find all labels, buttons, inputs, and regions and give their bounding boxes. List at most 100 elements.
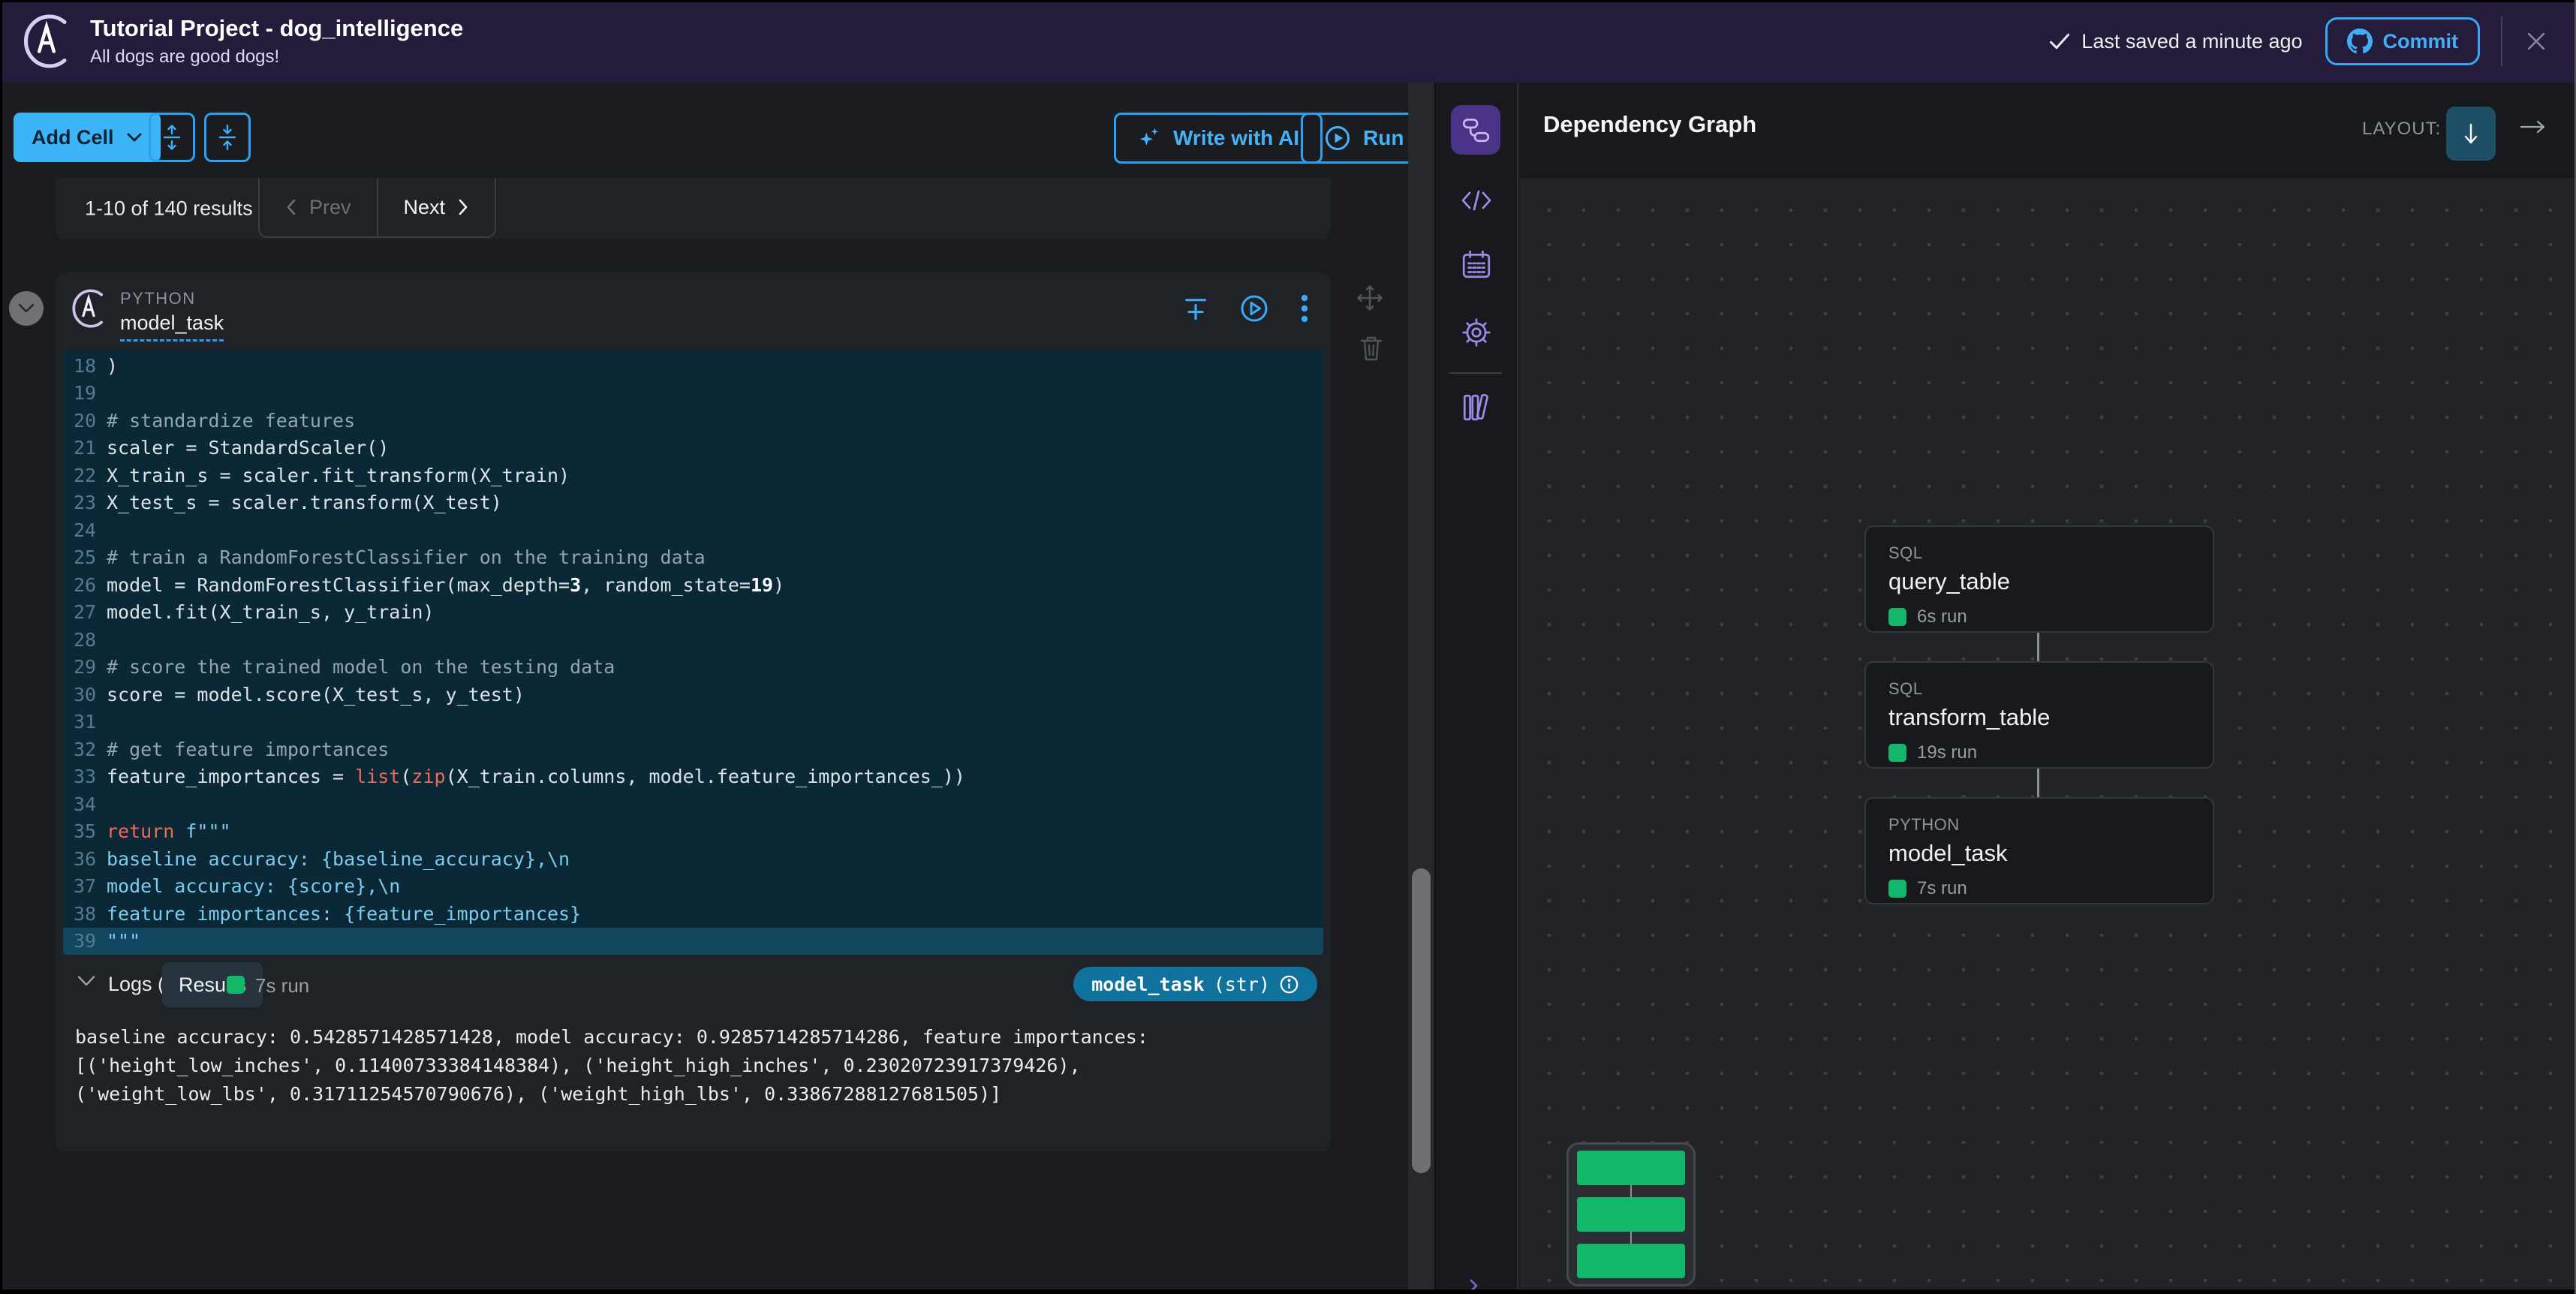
cell-logo-icon bbox=[69, 287, 108, 330]
code-line[interactable]: 38feature importances: {feature_importan… bbox=[63, 900, 1323, 928]
graph-node-model-task[interactable]: PYTHON model_task 7s run bbox=[1864, 797, 2214, 904]
cell-language-label: PYTHON bbox=[120, 289, 196, 308]
node-type-label: PYTHON bbox=[1888, 815, 2213, 835]
code-line[interactable]: 36baseline accuracy: {baseline_accuracy}… bbox=[63, 845, 1323, 873]
tab-dependency-graph[interactable] bbox=[1451, 105, 1500, 155]
graph-node-query-table[interactable]: SQL query_table 6s run bbox=[1864, 525, 2214, 633]
output-line: [('height_low_inches', 0.114007333841483… bbox=[75, 1052, 1148, 1080]
info-icon bbox=[1279, 974, 1299, 995]
layout-label: LAYOUT: bbox=[2362, 119, 2441, 140]
code-text: feature_importances = list(zip(X_train.c… bbox=[107, 766, 965, 787]
line-number: 33 bbox=[63, 766, 107, 787]
cell-name[interactable]: model_task bbox=[120, 311, 224, 342]
minimap-node bbox=[1577, 1151, 1685, 1185]
tab-library[interactable] bbox=[1461, 392, 1492, 423]
tab-settings[interactable] bbox=[1461, 317, 1492, 348]
node-name: query_table bbox=[1888, 568, 2213, 595]
graph-edge bbox=[2037, 769, 2039, 797]
commit-button[interactable]: Commit bbox=[2325, 17, 2481, 65]
code-text: X_train_s = scaler.fit_transform(X_train… bbox=[107, 465, 570, 486]
scrollbar-thumb[interactable] bbox=[1412, 868, 1431, 1173]
line-number: 19 bbox=[63, 382, 107, 404]
graph-node-transform-table[interactable]: SQL transform_table 19s run bbox=[1864, 661, 2214, 769]
gear-icon bbox=[1461, 317, 1492, 348]
code-line[interactable]: 35return f""" bbox=[63, 818, 1323, 846]
code-line[interactable]: 25# train a RandomForestClassifier on th… bbox=[63, 544, 1323, 572]
code-line[interactable]: 20# standardize features bbox=[63, 407, 1323, 435]
graph-minimap[interactable] bbox=[1566, 1142, 1696, 1286]
code-text: X_test_s = scaler.transform(X_test) bbox=[107, 492, 502, 513]
line-number: 32 bbox=[63, 739, 107, 760]
pagination-control: Prev Next bbox=[258, 178, 496, 238]
code-text: """ bbox=[107, 930, 140, 952]
close-icon[interactable] bbox=[2523, 29, 2549, 54]
output-variable-badge[interactable]: model_task (str) bbox=[1073, 967, 1317, 1001]
code-line[interactable]: 31 bbox=[63, 709, 1323, 736]
code-line[interactable]: 22X_train_s = scaler.fit_transform(X_tra… bbox=[63, 462, 1323, 489]
code-text: score = model.score(X_test_s, y_test) bbox=[107, 684, 525, 706]
code-line[interactable]: 26model = RandomForestClassifier(max_dep… bbox=[63, 571, 1323, 599]
line-number: 35 bbox=[63, 820, 107, 842]
graph-canvas[interactable]: SQL query_table 6s run SQL transform_tab… bbox=[1520, 178, 2576, 1294]
dependency-graph-panel: Dependency Graph LAYOUT: SQL query_table… bbox=[1520, 83, 2576, 1294]
code-line[interactable]: 33feature_importances = list(zip(X_train… bbox=[63, 763, 1323, 791]
next-page-button[interactable]: Next bbox=[378, 178, 495, 236]
code-line[interactable]: 23X_test_s = scaler.transform(X_test) bbox=[63, 489, 1323, 517]
code-text: model = RandomForestClassifier(max_depth… bbox=[107, 574, 784, 596]
code-line[interactable]: 21scaler = StandardScaler() bbox=[63, 435, 1323, 462]
line-number: 29 bbox=[63, 656, 107, 678]
tab-code[interactable] bbox=[1460, 188, 1493, 213]
code-line[interactable]: 18) bbox=[63, 352, 1323, 380]
code-line[interactable]: 30score = model.score(X_test_s, y_test) bbox=[63, 681, 1323, 709]
layout-vertical-button[interactable] bbox=[2446, 107, 2496, 161]
window-border bbox=[0, 1289, 2576, 1294]
code-editor[interactable]: 18)19 20# standardize features21scaler = … bbox=[63, 350, 1323, 955]
collapse-cell-button[interactable] bbox=[9, 291, 44, 326]
add-cell-button[interactable]: Add Cell bbox=[14, 113, 161, 162]
trash-icon[interactable] bbox=[1359, 335, 1384, 362]
code-line[interactable]: 34 bbox=[63, 790, 1323, 818]
results-count: 1-10 of 140 results bbox=[85, 197, 253, 221]
app-header: Tutorial Project - dog_intelligence All … bbox=[0, 0, 2576, 83]
output-variable-type: (str) bbox=[1214, 974, 1270, 995]
collapse-all-cells-button[interactable] bbox=[204, 113, 251, 162]
app-logo-icon bbox=[20, 12, 74, 71]
move-icon[interactable] bbox=[1356, 284, 1384, 312]
line-number: 37 bbox=[63, 875, 107, 897]
results-tab[interactable]: Results bbox=[162, 962, 263, 1007]
node-type-label: SQL bbox=[1888, 543, 2213, 563]
code-text: feature importances: {feature_importance… bbox=[107, 903, 581, 925]
node-name: transform_table bbox=[1888, 704, 2213, 731]
code-text: return f""" bbox=[107, 820, 231, 842]
line-number: 23 bbox=[63, 492, 107, 513]
chevron-down-icon[interactable] bbox=[77, 974, 96, 988]
panel-title: Dependency Graph bbox=[1543, 111, 1756, 138]
code-line[interactable]: 19 bbox=[63, 380, 1323, 408]
code-line[interactable]: 29# score the trained model on the testi… bbox=[63, 654, 1323, 682]
line-number: 27 bbox=[63, 601, 107, 623]
notebook-toolbar: Add Cell Write wi bbox=[0, 83, 1435, 178]
expand-all-cells-button[interactable] bbox=[149, 113, 195, 162]
kebab-menu-icon[interactable] bbox=[1301, 293, 1308, 324]
code-line[interactable]: 28 bbox=[63, 626, 1323, 654]
code-text: # get feature importances bbox=[107, 739, 389, 760]
layout-horizontal-button[interactable] bbox=[2518, 117, 2547, 137]
run-time-label: 7s run bbox=[255, 974, 309, 998]
code-line[interactable]: 37model accuracy: {score},\n bbox=[63, 873, 1323, 901]
code-line[interactable]: 32# get feature importances bbox=[63, 736, 1323, 763]
filter-add-icon[interactable] bbox=[1184, 296, 1208, 321]
tab-schedule[interactable] bbox=[1461, 249, 1492, 281]
arrow-down-icon bbox=[2461, 122, 2481, 146]
line-number: 25 bbox=[63, 546, 107, 568]
prev-page-button[interactable]: Prev bbox=[260, 178, 378, 236]
python-cell: PYTHON model_task 18)19 20# standardize f… bbox=[56, 272, 1331, 1152]
code-line[interactable]: 24 bbox=[63, 516, 1323, 544]
line-number: 38 bbox=[63, 903, 107, 925]
vertical-scrollbar[interactable] bbox=[1408, 83, 1434, 1294]
output-line: ('weight_low_lbs', 0.31711254570790676),… bbox=[75, 1080, 1148, 1109]
write-with-ai-button[interactable]: Write with AI bbox=[1114, 113, 1323, 164]
code-line[interactable]: 27model.fit(X_train_s, y_train) bbox=[63, 599, 1323, 627]
code-line[interactable]: 39""" bbox=[63, 928, 1323, 955]
next-label: Next bbox=[404, 196, 446, 219]
run-cell-icon[interactable] bbox=[1239, 293, 1269, 324]
